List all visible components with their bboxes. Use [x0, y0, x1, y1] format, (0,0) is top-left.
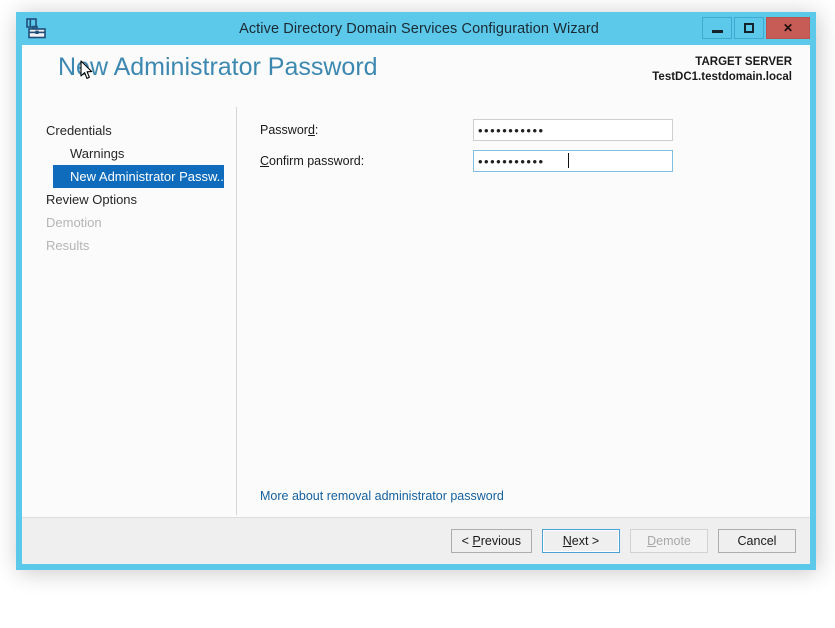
desktop-background: Active Directory Domain Services Configu…: [0, 0, 835, 628]
maximize-button[interactable]: [734, 17, 764, 39]
page-title: New Administrator Password: [58, 53, 378, 81]
window-client-area: New Administrator Password TARGET SERVER…: [22, 45, 810, 564]
demote-button-accesskey: D: [647, 534, 657, 548]
wizard-content-pane: Password: Confirm password: More about r…: [236, 107, 810, 517]
password-label-accesskey: d: [307, 123, 315, 137]
more-about-removal-administrator-password-link[interactable]: More about removal administrator passwor…: [260, 489, 504, 503]
previous-button-accesskey: P: [472, 534, 481, 548]
password-input[interactable]: [473, 119, 673, 141]
cancel-button[interactable]: Cancel: [718, 529, 796, 553]
sidebar-item-review-options[interactable]: Review Options: [22, 188, 238, 211]
sidebar-item-warnings[interactable]: Warnings: [22, 142, 238, 165]
wizard-body: Credentials Warnings New Administrator P…: [22, 107, 810, 517]
minimize-icon: [711, 30, 723, 33]
wizard-navigation-pane: Credentials Warnings New Administrator P…: [22, 107, 236, 517]
wizard-footer: < Previous Next > Demote Cancel: [22, 517, 810, 564]
window-controls: ✕: [700, 17, 810, 39]
confirm-password-label-text: onfirm password:: [269, 154, 365, 168]
text-caret: [568, 153, 569, 168]
confirm-password-label-accesskey: C: [260, 154, 270, 168]
sidebar-item-results: Results: [46, 238, 90, 253]
target-server-block: TARGET SERVER TestDC1.testdomain.local: [652, 55, 792, 85]
previous-button-prefix: <: [461, 534, 473, 548]
close-button[interactable]: ✕: [766, 17, 810, 39]
confirm-password-input-wrapper: [473, 150, 673, 172]
next-button[interactable]: Next >: [542, 529, 620, 553]
next-button-accesskey: N: [562, 534, 572, 548]
demote-button: Demote: [630, 529, 708, 553]
next-button-label: ext >: [571, 534, 600, 548]
previous-button-label: revious: [480, 534, 521, 548]
window-title: Active Directory Domain Services Configu…: [239, 20, 599, 37]
password-input-wrapper: [473, 119, 673, 141]
confirm-password-label: Confirm password:: [260, 154, 473, 168]
sidebar-item-credentials[interactable]: Credentials: [22, 119, 238, 142]
maximize-icon: [744, 23, 754, 33]
ad-ds-configuration-wizard-window: Active Directory Domain Services Configu…: [16, 12, 816, 570]
previous-button[interactable]: < Previous: [450, 529, 532, 553]
server-manager-toolbox-icon: [25, 18, 47, 39]
sidebar-item-new-administrator-password[interactable]: New Administrator Passw...: [53, 165, 228, 188]
password-field-row: Password:: [260, 119, 810, 141]
demote-button-label: emote: [656, 534, 691, 548]
password-label: Password:: [260, 123, 473, 137]
target-server-label: TARGET SERVER: [695, 56, 792, 68]
title-bar[interactable]: Active Directory Domain Services Configu…: [16, 12, 816, 45]
confirm-password-field-row: Confirm password:: [260, 150, 810, 172]
target-server-name: TestDC1.testdomain.local: [652, 71, 792, 83]
sidebar-item-demotion: Demotion: [46, 215, 102, 230]
minimize-button[interactable]: [702, 17, 732, 39]
password-label-suffix: :: [314, 123, 319, 137]
password-label-text: Passwor: [260, 123, 308, 137]
confirm-password-input[interactable]: [473, 150, 673, 172]
page-header: New Administrator Password TARGET SERVER…: [22, 45, 810, 107]
